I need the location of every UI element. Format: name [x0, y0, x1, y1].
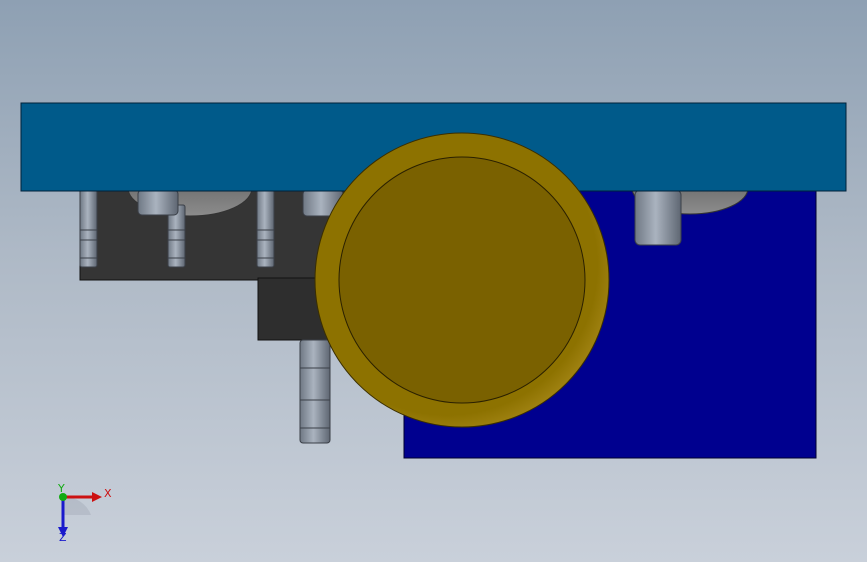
wheel-hub[interactable]	[338, 156, 586, 404]
triad-arc	[63, 496, 91, 515]
peg-3[interactable]	[256, 189, 275, 268]
peg-6[interactable]	[634, 189, 682, 246]
axis-triad[interactable]: X Y Z	[57, 482, 112, 544]
z-axis-label: Z	[59, 531, 67, 544]
x-axis-label: X	[104, 487, 112, 500]
x-axis-arrow-icon	[92, 492, 102, 502]
cad-viewport[interactable]: X Y Z	[0, 0, 867, 562]
y-axis-label: Y	[57, 482, 65, 495]
peg-5[interactable]	[137, 189, 179, 216]
wheel[interactable]	[314, 132, 610, 428]
peg-1[interactable]	[79, 189, 98, 268]
